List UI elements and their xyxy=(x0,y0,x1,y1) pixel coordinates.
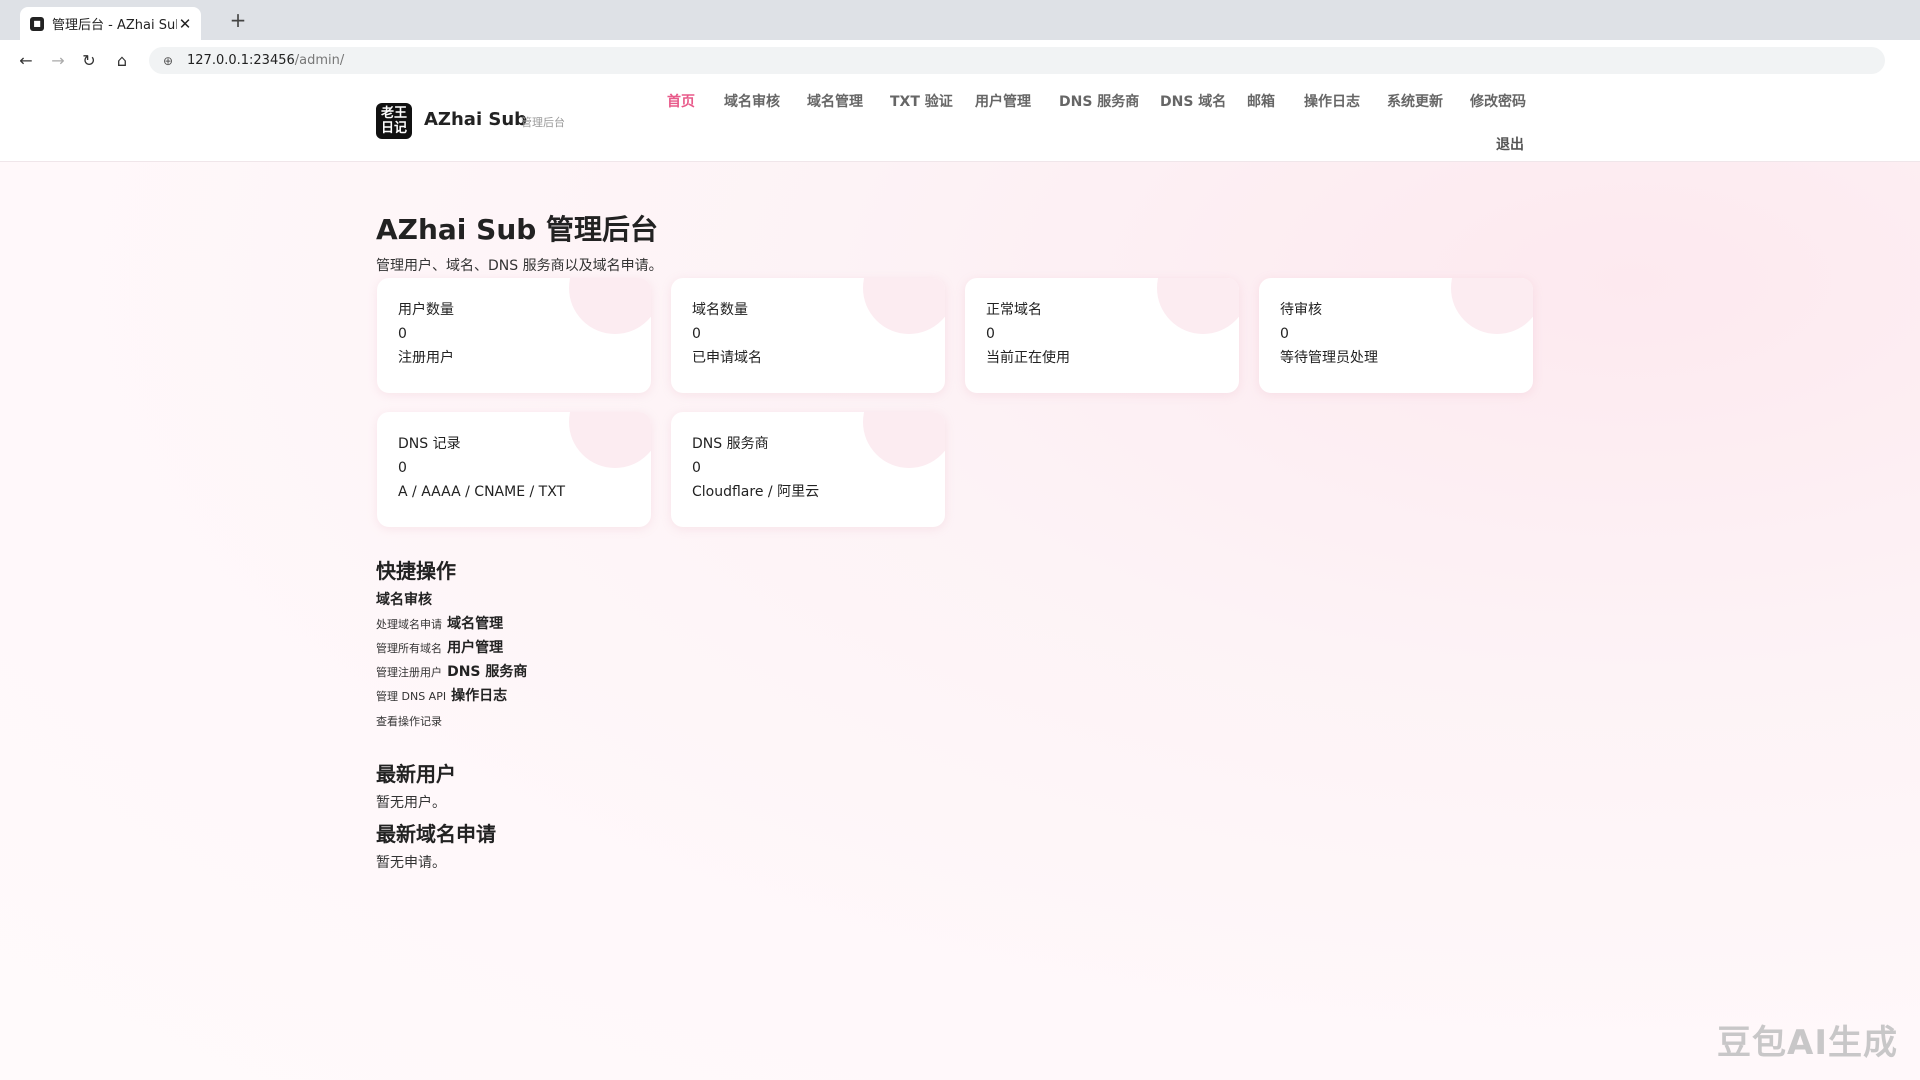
card-value: 0 xyxy=(692,326,701,342)
nav-dns-domain[interactable]: DNS 域名 xyxy=(1160,91,1226,111)
tab-title: 管理后台 - AZhai Sub xyxy=(52,18,177,33)
close-icon[interactable]: ✕ xyxy=(177,15,193,33)
card-desc: 注册用户 xyxy=(398,350,454,366)
quick-action-row: 管理 DNS API 操作日志 xyxy=(376,685,507,705)
quick-actions-title: 快捷操作 xyxy=(376,559,456,583)
card-value: 0 xyxy=(398,460,407,476)
card-desc: 已申请域名 xyxy=(692,350,762,366)
nav-change-password[interactable]: 修改密码 xyxy=(1470,91,1526,111)
card-desc: A / AAAA / CNAME / TXT xyxy=(398,484,566,500)
quick-link-dns-provider[interactable]: DNS 服务商 xyxy=(447,664,527,680)
stat-card-dns-providers: DNS 服务商 0 Cloudflare / 阿里云 xyxy=(671,412,945,527)
quick-link-operation-log[interactable]: 操作日志 xyxy=(451,688,507,704)
logout-link[interactable]: 退出 xyxy=(1496,134,1524,154)
quick-desc: 管理注册用户 xyxy=(376,666,442,679)
card-desc: 当前正在使用 xyxy=(986,350,1070,366)
nav-system-update[interactable]: 系统更新 xyxy=(1387,91,1443,111)
quick-desc: 查看操作记录 xyxy=(376,715,442,728)
stat-card-users: 用户数量 0 注册用户 xyxy=(377,278,651,393)
stat-card-dns-records: DNS 记录 0 A / AAAA / CNAME / TXT xyxy=(377,412,651,527)
watermark: 豆包AI生成 xyxy=(1717,1023,1898,1063)
card-desc: Cloudflare / 阿里云 xyxy=(692,484,820,500)
nav-txt-verify[interactable]: TXT 验证 xyxy=(890,91,953,111)
card-label: DNS 记录 xyxy=(398,436,461,452)
quick-action-row: 查看操作记录 xyxy=(376,710,442,729)
nav-mailbox[interactable]: 邮箱 xyxy=(1247,91,1275,111)
url-path: /admin/ xyxy=(294,53,345,68)
brand-name[interactable]: AZhai Sub xyxy=(424,109,527,130)
browser-tab[interactable]: ■ 管理后台 - AZhai Sub ✕ xyxy=(20,7,201,40)
card-label: 域名数量 xyxy=(692,302,748,318)
stat-card-active-domains: 正常域名 0 当前正在使用 xyxy=(965,278,1239,393)
latest-users-empty: 暂无用户。 xyxy=(376,795,446,811)
latest-users-title: 最新用户 xyxy=(376,762,456,786)
back-arrow-icon[interactable]: ← xyxy=(13,48,39,74)
card-label: 待审核 xyxy=(1280,302,1322,318)
nav-domain-manage[interactable]: 域名管理 xyxy=(807,91,863,111)
quick-link-domain-manage[interactable]: 域名管理 xyxy=(447,616,503,632)
page-title: AZhai Sub 管理后台 xyxy=(376,213,659,246)
quick-desc: 处理域名申请 xyxy=(376,618,442,631)
favicon-icon: ■ xyxy=(30,16,44,31)
card-label: 用户数量 xyxy=(398,302,454,318)
site-header: 老王日记 AZhai Sub 管理后台 首页 域名审核 域名管理 TXT 验证 … xyxy=(0,81,1920,162)
card-value: 0 xyxy=(398,326,407,342)
nav-operation-log[interactable]: 操作日志 xyxy=(1304,91,1360,111)
url-host: 127.0.0.1:23456 xyxy=(187,53,295,68)
brand-subtitle: 管理后台 xyxy=(521,116,565,129)
quick-link-domain-review[interactable]: 域名审核 xyxy=(376,592,432,608)
card-desc: 等待管理员处理 xyxy=(1280,350,1378,366)
stat-card-domains: 域名数量 0 已申请域名 xyxy=(671,278,945,393)
card-value: 0 xyxy=(692,460,701,476)
site-info-icon[interactable]: ⊕ xyxy=(163,54,179,68)
new-tab-button[interactable]: + xyxy=(226,8,250,32)
quick-desc: 管理所有域名 xyxy=(376,642,442,655)
quick-action-row: 管理注册用户 DNS 服务商 xyxy=(376,661,527,681)
card-value: 0 xyxy=(986,326,995,342)
page-intro: 管理用户、域名、DNS 服务商以及域名申请。 xyxy=(376,258,663,274)
browser-tab-bar: ■ 管理后台 - AZhai Sub ✕ + xyxy=(0,0,1920,40)
card-label: 正常域名 xyxy=(986,302,1042,318)
logo[interactable]: 老王日记 xyxy=(376,103,412,139)
home-icon[interactable]: ⌂ xyxy=(109,48,135,74)
forward-arrow-icon[interactable]: → xyxy=(45,48,71,74)
address-bar[interactable]: ⊕ 127.0.0.1:23456 /admin/ xyxy=(149,47,1885,74)
quick-action-row: 管理所有域名 用户管理 xyxy=(376,637,503,657)
reload-icon[interactable]: ↻ xyxy=(76,48,102,74)
card-label: DNS 服务商 xyxy=(692,436,769,452)
nav-domain-review[interactable]: 域名审核 xyxy=(724,91,780,111)
latest-requests-title: 最新域名申请 xyxy=(376,822,496,846)
nav-user-manage[interactable]: 用户管理 xyxy=(975,91,1031,111)
quick-action-row: 处理域名申请 域名管理 xyxy=(376,613,503,633)
nav-home[interactable]: 首页 xyxy=(667,91,695,111)
quick-link-user-manage[interactable]: 用户管理 xyxy=(447,640,503,656)
page-content: 老王日记 AZhai Sub 管理后台 首页 域名审核 域名管理 TXT 验证 … xyxy=(0,81,1920,1080)
stat-card-pending: 待审核 0 等待管理员处理 xyxy=(1259,278,1533,393)
nav-dns-provider[interactable]: DNS 服务商 xyxy=(1059,91,1139,111)
card-value: 0 xyxy=(1280,326,1289,342)
quick-desc: 管理 DNS API xyxy=(376,690,447,703)
latest-requests-empty: 暂无申请。 xyxy=(376,855,446,871)
quick-action-row: 域名审核 xyxy=(376,589,432,609)
